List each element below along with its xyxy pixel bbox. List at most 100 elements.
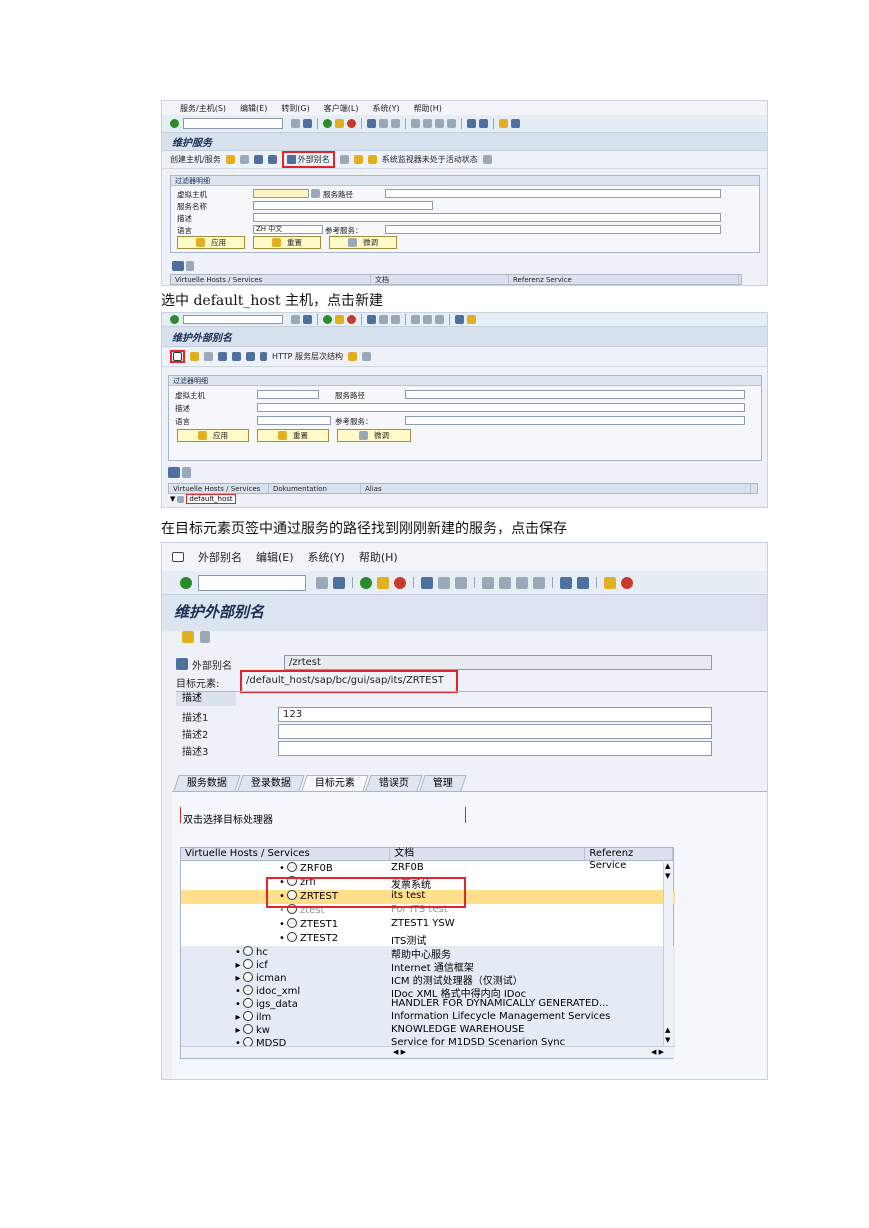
last-page-icon[interactable] bbox=[533, 576, 545, 589]
back-arrow-icon[interactable] bbox=[291, 119, 300, 128]
tree-row[interactable]: • ZTEST1 ZTEST1 YSW bbox=[181, 918, 675, 932]
tree-node-default-host[interactable]: ▼ default_host bbox=[170, 494, 236, 504]
language-select[interactable]: ZH 中文 bbox=[253, 225, 323, 234]
reset-button[interactable]: 重置 bbox=[257, 429, 329, 442]
tree-col-hosts[interactable]: Virtuelle Hosts / Services bbox=[181, 848, 391, 860]
layout-dropdown-icon[interactable] bbox=[186, 261, 194, 271]
virtual-host-input[interactable] bbox=[253, 189, 309, 198]
fine-tune-button[interactable]: 微调 bbox=[337, 429, 411, 442]
last-page-icon[interactable] bbox=[447, 119, 456, 128]
command-field[interactable] bbox=[183, 118, 283, 129]
print-icon[interactable] bbox=[367, 119, 376, 128]
external-alias-field[interactable]: /zrtest bbox=[284, 655, 712, 670]
create-button[interactable] bbox=[170, 350, 185, 363]
monitor-icon[interactable] bbox=[367, 155, 377, 164]
filter-icon[interactable] bbox=[200, 631, 210, 643]
tab-logon-data[interactable]: 登录数据 bbox=[237, 775, 305, 791]
grid-col-alias[interactable]: Alias bbox=[361, 484, 751, 493]
tree-col-ref[interactable]: Referenz Service bbox=[585, 848, 673, 871]
ref-service-input[interactable] bbox=[405, 416, 745, 425]
expand-arrow-icon[interactable]: ▸ bbox=[233, 973, 243, 984]
tree-row[interactable]: • ZRF0B ZRF0B bbox=[181, 862, 675, 876]
layout-dropdown-icon[interactable] bbox=[182, 467, 191, 478]
description-input[interactable] bbox=[257, 403, 745, 412]
next-page-icon[interactable] bbox=[435, 315, 444, 324]
tree-row[interactable]: • hc 帮助中心服务 bbox=[181, 946, 675, 961]
menu-item[interactable]: 转到(G) bbox=[281, 103, 309, 114]
exit-icon[interactable] bbox=[335, 119, 344, 128]
info-icon[interactable] bbox=[267, 155, 277, 164]
menu-item[interactable]: 外部别名 bbox=[198, 549, 242, 565]
external-alias-button[interactable]: 外部别名 bbox=[281, 151, 335, 168]
apply-button[interactable]: 应用 bbox=[177, 429, 249, 442]
scroll-up-icon[interactable]: ▲ bbox=[665, 1026, 670, 1034]
tab-administration[interactable]: 管理 bbox=[419, 775, 467, 791]
info-icon[interactable] bbox=[232, 352, 241, 361]
new-session-icon[interactable] bbox=[467, 119, 476, 128]
grid-col-doc[interactable]: Dokumentation bbox=[269, 484, 361, 493]
service-name-input[interactable] bbox=[253, 201, 433, 210]
scroll-right-icon[interactable]: ◀ ▶ bbox=[651, 1048, 664, 1056]
ref-service-input[interactable] bbox=[385, 225, 721, 234]
display-icon[interactable] bbox=[253, 155, 263, 164]
menu-item[interactable]: 客户端(L) bbox=[324, 103, 359, 114]
edit-icon[interactable] bbox=[190, 352, 199, 361]
find-next-icon[interactable] bbox=[391, 119, 400, 128]
tab-error-pages[interactable]: 错误页 bbox=[365, 775, 423, 791]
key-icon[interactable] bbox=[353, 155, 363, 164]
scroll-down-icon[interactable]: ▼ bbox=[665, 1036, 670, 1044]
command-field[interactable] bbox=[198, 574, 306, 591]
shortcut-icon[interactable] bbox=[479, 119, 488, 128]
expand-arrow-icon[interactable]: ▸ bbox=[233, 1025, 243, 1036]
next-page-icon[interactable] bbox=[516, 576, 528, 589]
grid-col-doc[interactable]: 文档 bbox=[371, 275, 509, 284]
horizontal-scrollbar[interactable]: ◀ ▶ ◀ ▶ bbox=[181, 1046, 675, 1058]
scroll-up-icon[interactable]: ▲ bbox=[665, 862, 670, 870]
service-path-input[interactable] bbox=[405, 390, 745, 399]
tree-row[interactable]: • ZTEST2 ITS测试 bbox=[181, 932, 675, 947]
menu-item[interactable]: 帮助(H) bbox=[359, 549, 398, 565]
save-icon[interactable] bbox=[303, 315, 312, 324]
prev-page-icon[interactable] bbox=[423, 119, 432, 128]
delete-icon[interactable] bbox=[239, 155, 249, 164]
tree-row[interactable]: ▸ ilm Information Lifecycle Management Se… bbox=[181, 1011, 675, 1025]
language-select[interactable] bbox=[257, 416, 331, 425]
first-page-icon[interactable] bbox=[482, 576, 494, 589]
virtual-host-input[interactable] bbox=[257, 390, 319, 399]
help-icon[interactable] bbox=[604, 576, 616, 589]
cancel-icon[interactable] bbox=[347, 119, 356, 128]
tab-service-data[interactable]: 服务数据 bbox=[173, 775, 241, 791]
tree-row[interactable]: • ztest For ITS test bbox=[181, 904, 675, 918]
menu-item[interactable]: 编辑(E) bbox=[256, 549, 294, 565]
tree-row[interactable]: • igs_data HANDLER FOR DYNAMICALLY GENERA… bbox=[181, 998, 675, 1012]
new-session-icon[interactable] bbox=[560, 576, 572, 589]
prev-page-icon[interactable] bbox=[499, 576, 511, 589]
desc2-input[interactable] bbox=[278, 724, 712, 739]
exit-icon[interactable] bbox=[335, 315, 344, 324]
find-icon[interactable] bbox=[438, 576, 450, 589]
help-icon[interactable] bbox=[467, 315, 476, 324]
grid-col-ref[interactable]: Referenz Service bbox=[509, 275, 739, 284]
vertical-scrollbar[interactable]: ▲ ▼ ▲ ▼ bbox=[663, 862, 673, 1046]
http-hierarchy-button[interactable]: HTTP 服务层次结构 bbox=[272, 351, 343, 362]
find-icon[interactable] bbox=[379, 315, 388, 324]
first-page-icon[interactable] bbox=[411, 119, 420, 128]
expand-arrow-icon[interactable]: ▸ bbox=[233, 960, 243, 971]
scroll-left-icon[interactable]: ◀ ▶ bbox=[393, 1048, 406, 1056]
help-icon[interactable] bbox=[499, 119, 508, 128]
filter-icon[interactable] bbox=[362, 352, 372, 361]
desc3-input[interactable] bbox=[278, 741, 712, 756]
exit-icon[interactable] bbox=[377, 576, 389, 589]
tree-row[interactable]: • zrfi 发票系统 bbox=[181, 876, 675, 891]
tree-row[interactable]: ▸ icf Internet 通信框架 bbox=[181, 959, 675, 974]
find-next-icon[interactable] bbox=[391, 315, 400, 324]
expand-icon[interactable]: ▼ bbox=[170, 495, 175, 503]
menu-item[interactable]: 系统(Y) bbox=[372, 103, 399, 114]
prev-page-icon[interactable] bbox=[423, 315, 432, 324]
tab-target-element[interactable]: 目标元素 bbox=[301, 775, 369, 791]
layout-button-icon[interactable] bbox=[168, 467, 180, 478]
check-icon[interactable] bbox=[170, 119, 179, 128]
save-icon[interactable] bbox=[303, 119, 312, 128]
scroll-down-icon[interactable]: ▼ bbox=[665, 872, 670, 880]
tree-row[interactable]: ▸ kw KNOWLEDGE WAREHOUSE bbox=[181, 1024, 675, 1038]
